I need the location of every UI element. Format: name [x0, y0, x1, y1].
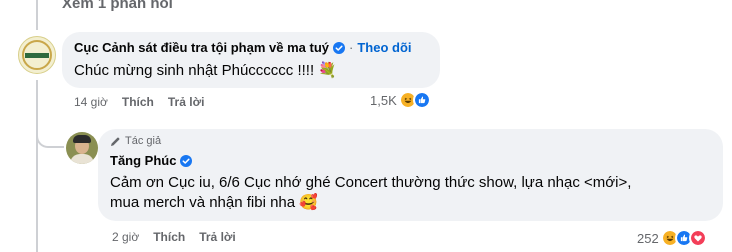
- like-icon: [412, 91, 431, 109]
- comment-reaction-count: 1,5K: [370, 92, 397, 108]
- separator-dot: ·: [349, 40, 354, 55]
- reply-reactions[interactable]: 252: [637, 229, 707, 247]
- verified-badge-icon: [180, 154, 193, 167]
- reply-connector: [36, 128, 64, 148]
- comment-author-name[interactable]: Cục Cảnh sát điều tra tội phạm về ma tuý: [74, 40, 329, 55]
- reply-bubble: Tác giả Tăng Phúc Cảm ơn Cục iu, 6/6 Cục…: [98, 129, 723, 221]
- thread-line-main: [36, 80, 38, 252]
- comment-author-row: Cục Cảnh sát điều tra tội phạm về ma tuý…: [74, 40, 412, 55]
- reply-actions: 2 giờ Thích Trả lời: [112, 230, 236, 244]
- reply-author-name[interactable]: Tăng Phúc: [110, 153, 176, 168]
- comment-text: Chúc mừng sinh nhật Phúcccccc !!!! 💐: [74, 62, 337, 79]
- author-tag-label: Tác giả: [125, 135, 162, 147]
- avatar-shirt: [70, 154, 94, 164]
- reply-reaction-count: 252: [637, 230, 659, 246]
- reply-text: Cảm ơn Cục iu, 6/6 Cục nhớ ghé Concert t…: [110, 173, 631, 213]
- comment-reply-button[interactable]: Trả lời: [168, 95, 205, 109]
- follow-button[interactable]: Theo dõi: [357, 40, 411, 55]
- avatar-tang-phuc[interactable]: [66, 132, 98, 164]
- comment-bubble: Cục Cảnh sát điều tra tội phạm về ma tuý…: [62, 32, 440, 88]
- comment-actions: 14 giờ Thích Trả lời: [74, 95, 204, 109]
- reply-timestamp[interactable]: 2 giờ: [112, 230, 139, 244]
- avatar-emblem-band: [25, 53, 49, 58]
- reply-reply-button[interactable]: Trả lời: [199, 230, 236, 244]
- reply-like-button[interactable]: Thích: [153, 230, 185, 244]
- view-replies-link[interactable]: Xem 1 phản hồi: [62, 0, 173, 12]
- comment-like-button[interactable]: Thích: [122, 95, 154, 109]
- pencil-icon: [111, 137, 120, 146]
- love-icon: [688, 229, 707, 247]
- thread-line-top: [36, 0, 38, 30]
- avatar-police[interactable]: [18, 36, 56, 74]
- reply-text-line-2: mua merch và nhận fibi nha 🥰: [110, 194, 318, 211]
- avatar-hair: [73, 135, 91, 143]
- comment-reactions[interactable]: 1,5K: [370, 91, 431, 109]
- author-tag: Tác giả: [110, 135, 161, 147]
- comment-timestamp[interactable]: 14 giờ: [74, 95, 108, 109]
- verified-badge-icon: [333, 41, 345, 54]
- reply-author-row: Tăng Phúc: [110, 153, 193, 168]
- reply-text-line-1: Cảm ơn Cục iu, 6/6 Cục nhớ ghé Concert t…: [110, 174, 632, 191]
